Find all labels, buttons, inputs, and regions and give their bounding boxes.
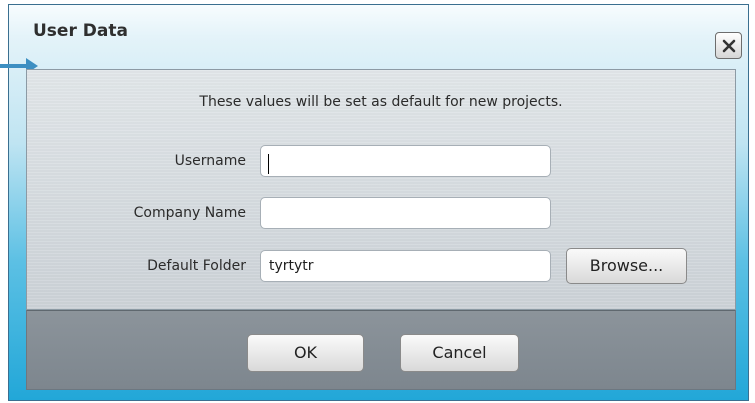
info-text: These values will be set as default for …	[199, 94, 563, 110]
company-name-input[interactable]	[260, 197, 551, 229]
username-label: Username	[174, 153, 246, 169]
button-footer	[26, 310, 736, 390]
cancel-button[interactable]: Cancel	[400, 334, 519, 372]
close-button[interactable]	[715, 32, 742, 59]
company-name-label: Company Name	[133, 205, 246, 221]
default-folder-input[interactable]	[260, 250, 551, 282]
default-folder-label: Default Folder	[147, 258, 246, 274]
dialog-title: User Data	[33, 21, 128, 41]
text-caret	[268, 154, 269, 174]
username-input[interactable]	[260, 145, 551, 177]
close-icon	[722, 39, 736, 53]
browse-button[interactable]: Browse...	[566, 248, 687, 284]
ok-button[interactable]: OK	[247, 334, 364, 372]
